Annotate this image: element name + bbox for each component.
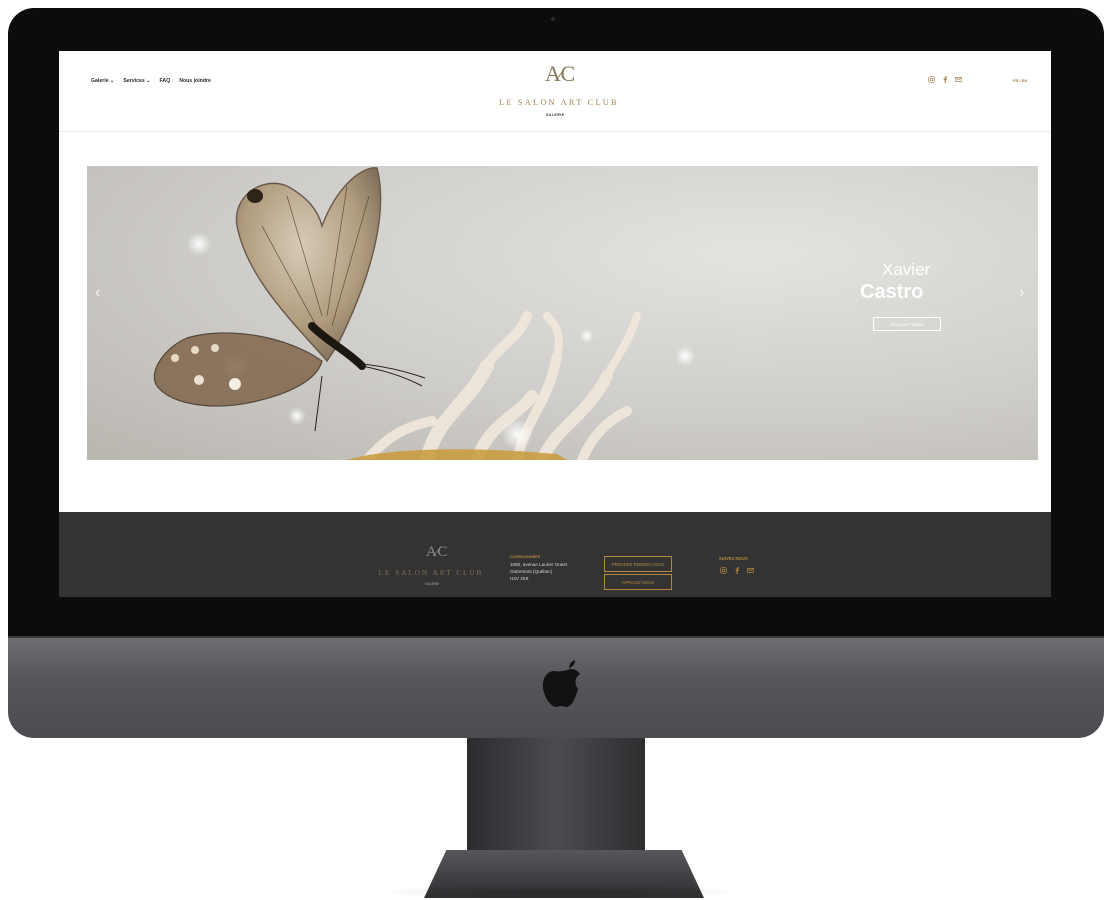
mail-icon[interactable] bbox=[747, 567, 754, 574]
nav-item-faq[interactable]: FAQ bbox=[160, 78, 171, 84]
call-us-button[interactable]: APPELEZ-NOUS bbox=[604, 574, 672, 590]
slider-next-arrow[interactable]: › bbox=[1019, 284, 1024, 302]
book-appointment-button[interactable]: PRENDRE RENDEZ-VOUS bbox=[604, 556, 672, 572]
follow-us-heading: SUIVEZ-NOUS bbox=[719, 556, 748, 561]
footer-logo-title[interactable]: LE SALON ART CLUB bbox=[375, 569, 487, 577]
slider-prev-arrow[interactable]: ‹ bbox=[95, 284, 100, 302]
footer-logo-subtitle: GALERIE bbox=[424, 582, 440, 586]
nav-item-services[interactable]: Services ⌄ bbox=[123, 78, 150, 84]
stand-shadow bbox=[380, 885, 740, 899]
mail-icon[interactable] bbox=[955, 76, 962, 83]
language-switcher[interactable]: FR / EN bbox=[1013, 78, 1027, 83]
monitor-stand-neck bbox=[467, 738, 645, 850]
logo-monogram[interactable]: A⁄C bbox=[545, 61, 575, 87]
hero-slider: ‹ › Xavier Castro Découvrir l'artiste bbox=[87, 166, 1038, 460]
artist-last-name: Castro bbox=[860, 281, 924, 303]
footer-social-links bbox=[720, 567, 754, 574]
butterfly-artwork-image bbox=[153, 167, 695, 460]
nav-item-nous-joindre[interactable]: Nous joindre bbox=[179, 78, 211, 84]
instagram-icon[interactable] bbox=[720, 567, 727, 574]
main-nav: Galerie ⌄ Services ⌄ FAQ Nous joindre bbox=[91, 78, 211, 84]
site-header: Galerie ⌄ Services ⌄ FAQ Nous joindre A⁄… bbox=[59, 51, 1051, 132]
webcam bbox=[551, 17, 555, 21]
instagram-icon[interactable] bbox=[928, 76, 935, 83]
website-screen: Galerie ⌄ Services ⌄ FAQ Nous joindre A⁄… bbox=[59, 51, 1051, 597]
discover-artist-button[interactable]: Découvrir l'artiste bbox=[873, 317, 941, 331]
footer-logo-monogram[interactable]: A⁄C bbox=[426, 544, 447, 561]
facebook-icon[interactable] bbox=[942, 76, 948, 83]
artist-first-name: Xavier bbox=[882, 260, 931, 279]
nav-item-galerie[interactable]: Galerie ⌄ bbox=[91, 78, 114, 84]
site-footer: A⁄C LE SALON ART CLUB GALERIE COORDONNÉE… bbox=[59, 512, 1051, 597]
facebook-icon[interactable] bbox=[734, 567, 740, 574]
address-line-1: 1060, avenue Laurier Ouest bbox=[510, 562, 567, 567]
address-line-2: Outremont (Québec) bbox=[510, 569, 553, 574]
header-social-links bbox=[928, 76, 962, 83]
address-line-3: H2V 2K8 bbox=[510, 576, 529, 581]
apple-logo-icon bbox=[542, 660, 580, 707]
logo-title[interactable]: LE SALON ART CLUB bbox=[499, 98, 617, 107]
coordinates-heading: COORDONNÉES bbox=[510, 555, 541, 559]
logo-subtitle: GALERIE bbox=[545, 113, 565, 117]
